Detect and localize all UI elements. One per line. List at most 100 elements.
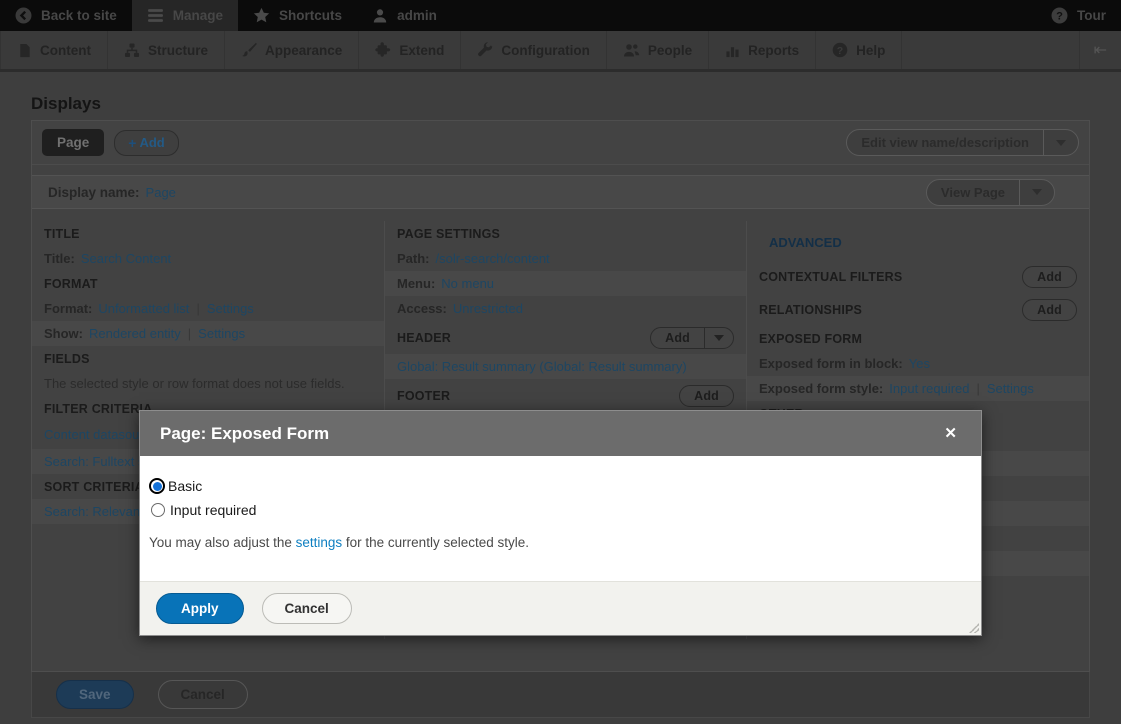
- menu-link[interactable]: No menu: [441, 276, 494, 291]
- section-fields[interactable]: FIELDS: [32, 346, 384, 371]
- menu-item-configuration[interactable]: Configuration: [461, 31, 606, 69]
- header-add-button[interactable]: Add: [650, 327, 734, 349]
- barchart-icon: [725, 43, 740, 58]
- edit-view-dropdown-toggle[interactable]: [1043, 130, 1078, 155]
- exposed-form-in-block-row: Exposed form in block: Yes: [747, 351, 1089, 376]
- menu-item-structure[interactable]: Structure: [108, 31, 225, 69]
- section-footer-label: FOOTER: [397, 389, 450, 403]
- section-format[interactable]: FORMAT: [32, 271, 384, 296]
- section-exposed-form[interactable]: EXPOSED FORM: [747, 326, 1089, 351]
- toolbar-orientation-toggle-icon[interactable]: ⇤: [1079, 31, 1121, 69]
- sitemap-icon: [124, 43, 140, 58]
- section-contextual-filters[interactable]: CONTEXTUAL FILTERS Add: [747, 260, 1089, 293]
- cancel-button[interactable]: Cancel: [262, 593, 352, 624]
- radio-option-basic[interactable]: Basic: [149, 478, 969, 494]
- menu-item-extend[interactable]: Extend: [359, 31, 461, 69]
- close-icon[interactable]: ✕: [940, 422, 961, 445]
- shortcuts-tab[interactable]: Shortcuts: [238, 0, 357, 31]
- menu-item-help[interactable]: ? Help: [816, 31, 902, 69]
- menu-label: People: [648, 43, 692, 58]
- back-arrow-icon: [15, 7, 32, 24]
- people-icon: [623, 43, 640, 58]
- exposed-form-in-block-link[interactable]: Yes: [909, 356, 930, 371]
- dialog-title: Page: Exposed Form: [160, 424, 329, 444]
- header-add-dropdown-toggle[interactable]: [704, 328, 733, 348]
- row-label: Title:: [44, 251, 75, 266]
- shortcuts-label: Shortcuts: [279, 8, 342, 23]
- dialog-resize-handle[interactable]: [969, 623, 979, 633]
- exposed-form-style-settings-link[interactable]: Settings: [987, 381, 1034, 396]
- radio-selected-icon[interactable]: [149, 478, 165, 494]
- settings-link[interactable]: settings: [296, 535, 343, 550]
- dialog-titlebar[interactable]: Page: Exposed Form ✕: [140, 411, 981, 456]
- file-icon: [17, 43, 32, 58]
- title-link[interactable]: Search Content: [81, 251, 171, 266]
- menu-label: Extend: [399, 43, 444, 58]
- dialog-body: Basic Input required You may also adjust…: [140, 456, 981, 581]
- view-page-label: View Page: [927, 180, 1019, 205]
- row-label: Exposed form in block:: [759, 356, 903, 371]
- tour-button[interactable]: ? Tour: [1036, 0, 1121, 31]
- display-tab-page[interactable]: Page: [42, 129, 104, 156]
- chevron-down-icon: [714, 335, 724, 341]
- footer-add-button[interactable]: Add: [679, 385, 734, 407]
- relationships-add-button[interactable]: Add: [1022, 299, 1077, 321]
- display-name-row: Display name: Page View Page: [32, 175, 1089, 209]
- exposed-form-dialog: Page: Exposed Form ✕ Basic Input require…: [139, 410, 982, 636]
- access-link[interactable]: Unrestricted: [453, 301, 523, 316]
- chevron-down-icon: [1056, 140, 1066, 146]
- format-link[interactable]: Unformatted list: [98, 301, 189, 316]
- menu-label: Appearance: [265, 43, 342, 58]
- format-settings-link[interactable]: Settings: [207, 301, 254, 316]
- menu-item-reports[interactable]: Reports: [709, 31, 816, 69]
- format-row: Format: Unformatted list | Settings: [32, 296, 384, 321]
- back-to-site-button[interactable]: Back to site: [0, 0, 132, 31]
- radio-unselected-icon[interactable]: [151, 503, 165, 517]
- admin-user-tab[interactable]: admin: [357, 0, 452, 31]
- apply-button[interactable]: Apply: [156, 593, 244, 624]
- save-button[interactable]: Save: [56, 680, 134, 709]
- view-page-dropdown-toggle[interactable]: [1019, 180, 1054, 205]
- exposed-form-style-link[interactable]: Input required: [889, 381, 969, 396]
- menu-label: Configuration: [501, 43, 589, 58]
- edit-view-name-button[interactable]: Edit view name/description: [846, 129, 1079, 156]
- radio-option-input-required[interactable]: Input required: [149, 501, 969, 519]
- display-name-label: Display name:: [48, 185, 140, 200]
- views-cancel-button[interactable]: Cancel: [158, 680, 248, 709]
- radio-input-required-label: Input required: [170, 502, 256, 518]
- tour-label: Tour: [1077, 8, 1106, 23]
- menu-item-people[interactable]: People: [607, 31, 709, 69]
- menu-item-appearance[interactable]: Appearance: [225, 31, 359, 69]
- fields-note: The selected style or row format does no…: [44, 376, 345, 391]
- section-header-label: HEADER: [397, 331, 451, 345]
- add-display-button[interactable]: +Add: [114, 130, 178, 156]
- section-sort-label: SORT CRITERIA: [44, 480, 144, 494]
- help-icon: ?: [832, 42, 848, 58]
- separator: |: [977, 381, 980, 396]
- paintbrush-icon: [241, 42, 257, 58]
- contextual-filters-add-button[interactable]: Add: [1022, 266, 1077, 288]
- show-link[interactable]: Rendered entity: [89, 326, 181, 341]
- edit-view-name-label: Edit view name/description: [847, 130, 1043, 155]
- path-link[interactable]: /solr-search/content: [436, 251, 550, 266]
- plus-icon: +: [128, 135, 136, 151]
- manage-tab[interactable]: Manage: [132, 0, 238, 31]
- section-relationships[interactable]: RELATIONSHIPS Add: [747, 293, 1089, 326]
- page-title: Displays: [31, 94, 101, 114]
- section-header[interactable]: HEADER Add: [385, 321, 746, 354]
- separator: |: [196, 301, 199, 316]
- show-settings-link[interactable]: Settings: [198, 326, 245, 341]
- title-row: Title: Search Content: [32, 246, 384, 271]
- advanced-toggle[interactable]: ADVANCED: [747, 221, 1089, 260]
- section-page-settings[interactable]: PAGE SETTINGS: [385, 221, 746, 246]
- section-title[interactable]: TITLE: [32, 221, 384, 246]
- row-label: Show:: [44, 326, 83, 341]
- radio-basic-label: Basic: [168, 478, 202, 494]
- menu-item-content[interactable]: Content: [0, 31, 108, 69]
- view-page-button[interactable]: View Page: [926, 179, 1055, 206]
- section-footer[interactable]: FOOTER Add: [385, 379, 746, 412]
- access-row: Access: Unrestricted: [385, 296, 746, 321]
- display-name-link[interactable]: Page: [146, 185, 176, 200]
- hamburger-icon: [147, 8, 164, 23]
- header-result-summary-link[interactable]: Global: Result summary (Global: Result s…: [397, 359, 687, 374]
